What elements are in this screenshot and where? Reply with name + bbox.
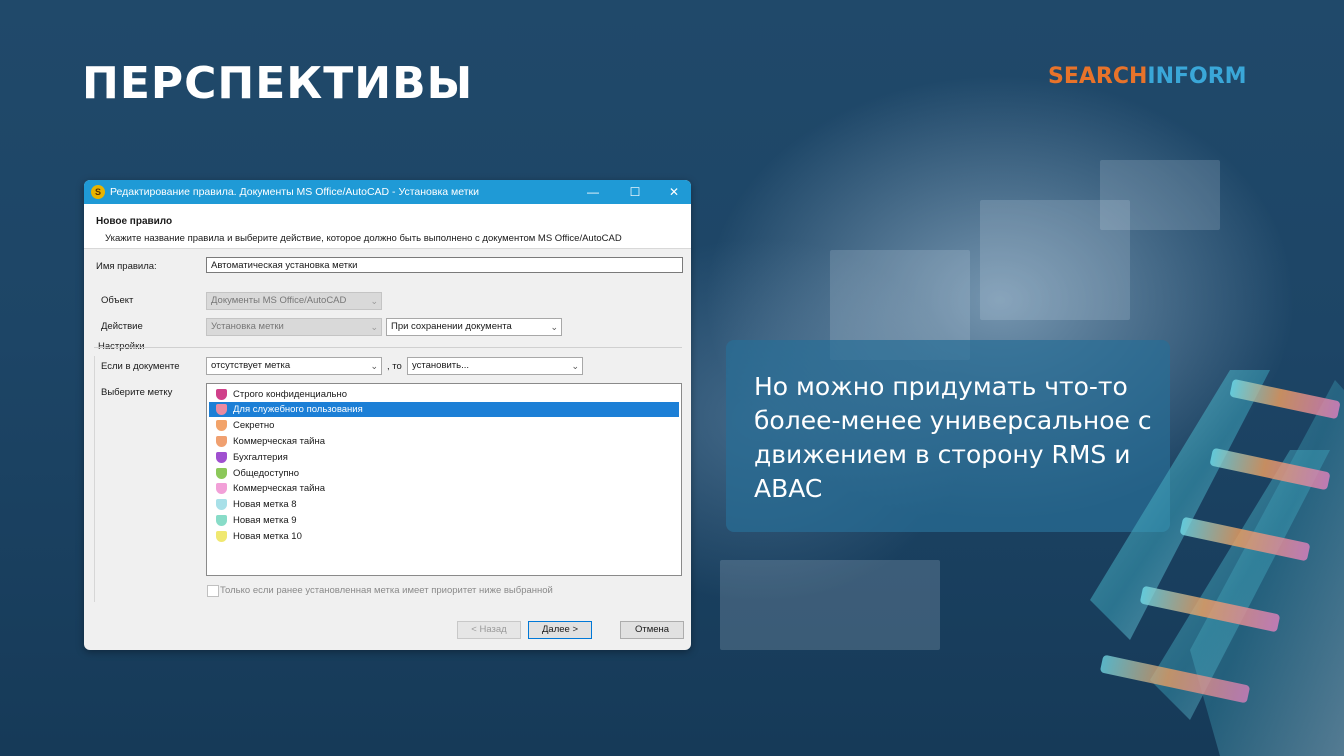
dialog-header: Новое правило Укажите название правила и… — [84, 204, 691, 249]
object-value: Документы MS Office/AutoCAD — [211, 295, 347, 306]
shield-icon — [216, 468, 227, 479]
list-item-label: Бухгалтерия — [233, 452, 288, 463]
background-shape — [1100, 160, 1220, 230]
list-item-label: Общедоступно — [233, 468, 300, 479]
shield-icon — [216, 389, 227, 400]
list-item[interactable]: Коммерческая тайна — [209, 434, 679, 449]
condition-select[interactable]: отсутствует метка ⌄ — [206, 357, 382, 375]
rule-name-input[interactable]: Автоматическая установка метки — [206, 257, 683, 273]
then-action-select[interactable]: установить... ⌄ — [407, 357, 583, 375]
shield-icon — [216, 483, 227, 494]
trigger-select[interactable]: При сохранении документа ⌄ — [386, 318, 562, 336]
chevron-down-icon: ⌄ — [370, 361, 378, 371]
shield-icon — [216, 499, 227, 510]
glass-ladder-illustration — [1090, 370, 1344, 756]
settings-frame — [94, 356, 95, 602]
back-button[interactable]: < Назад — [457, 621, 521, 639]
close-button[interactable]: ✕ — [657, 180, 691, 204]
dialog-title: Редактирование правила. Документы MS Off… — [110, 186, 479, 198]
list-item[interactable]: Для служебного пользования — [209, 402, 679, 417]
maximize-button[interactable]: ☐ — [618, 180, 652, 204]
shield-icon — [216, 420, 227, 431]
brand-logo-part2: INFORM — [1147, 64, 1247, 89]
list-item-label: Новая метка 10 — [233, 531, 302, 542]
condition-value: отсутствует метка — [211, 360, 291, 371]
chevron-down-icon: ⌄ — [571, 361, 579, 371]
list-item-label: Коммерческая тайна — [233, 436, 326, 447]
list-item[interactable]: Бухгалтерия — [209, 450, 679, 465]
shield-icon — [216, 452, 227, 463]
shield-icon — [216, 515, 227, 526]
shield-icon — [216, 404, 227, 415]
list-item[interactable]: Секретно — [209, 418, 679, 433]
then-label: , то — [387, 361, 402, 372]
if-in-document-label: Если в документе — [101, 361, 180, 372]
object-label: Объект — [101, 295, 134, 306]
brand-logo-part1: SEARCH — [1048, 64, 1148, 89]
list-item-label: Для служебного пользования — [233, 404, 363, 415]
next-button[interactable]: Далее > — [528, 621, 592, 639]
chevron-down-icon: ⌄ — [370, 322, 378, 332]
brand-logo: SEARCHINFORM — [1048, 64, 1247, 89]
slide-title: ПЕРСПЕКТИВЫ — [82, 58, 474, 109]
list-item[interactable]: Новая метка 8 — [209, 497, 679, 512]
list-item[interactable]: Коммерческая тайна — [209, 481, 679, 496]
dialog-titlebar[interactable]: S Редактирование правила. Документы MS O… — [84, 180, 691, 204]
then-action-value: установить... — [412, 360, 470, 371]
action-select: Установка метки ⌄ — [206, 318, 382, 336]
settings-divider — [94, 347, 682, 348]
rule-editor-dialog: S Редактирование правила. Документы MS O… — [84, 180, 691, 650]
list-item-label: Строго конфиденциально — [233, 389, 347, 400]
list-item[interactable]: Строго конфиденциально — [209, 387, 679, 402]
background-shape — [720, 560, 940, 650]
chevron-down-icon: ⌄ — [550, 322, 558, 332]
list-item-label: Новая метка 9 — [233, 515, 297, 526]
header-title: Новое правило — [96, 216, 173, 227]
priority-checkbox-label: Только если ранее установленная метка им… — [220, 585, 553, 596]
trigger-value: При сохранении документа — [391, 321, 512, 332]
list-item-label: Новая метка 8 — [233, 499, 297, 510]
header-subtitle: Укажите название правила и выберите дейс… — [105, 233, 622, 244]
chevron-down-icon: ⌄ — [370, 296, 378, 306]
choose-label-label: Выберите метку — [101, 387, 173, 398]
rule-name-label: Имя правила: — [96, 261, 157, 272]
list-item[interactable]: Общедоступно — [209, 466, 679, 481]
list-item[interactable]: Новая метка 10 — [209, 529, 679, 544]
cancel-button[interactable]: Отмена — [620, 621, 684, 639]
object-select: Документы MS Office/AutoCAD ⌄ — [206, 292, 382, 310]
app-logo-icon: S — [91, 185, 105, 199]
shield-icon — [216, 436, 227, 447]
minimize-button[interactable]: — — [576, 180, 610, 204]
list-item[interactable]: Новая метка 9 — [209, 513, 679, 528]
list-item-label: Секретно — [233, 420, 275, 431]
action-value: Установка метки — [211, 321, 284, 332]
shield-icon — [216, 531, 227, 542]
label-listbox[interactable]: Строго конфиденциально Для служебного по… — [206, 383, 682, 576]
action-label: Действие — [101, 321, 143, 332]
priority-checkbox[interactable] — [207, 585, 219, 597]
list-item-label: Коммерческая тайна — [233, 483, 326, 494]
